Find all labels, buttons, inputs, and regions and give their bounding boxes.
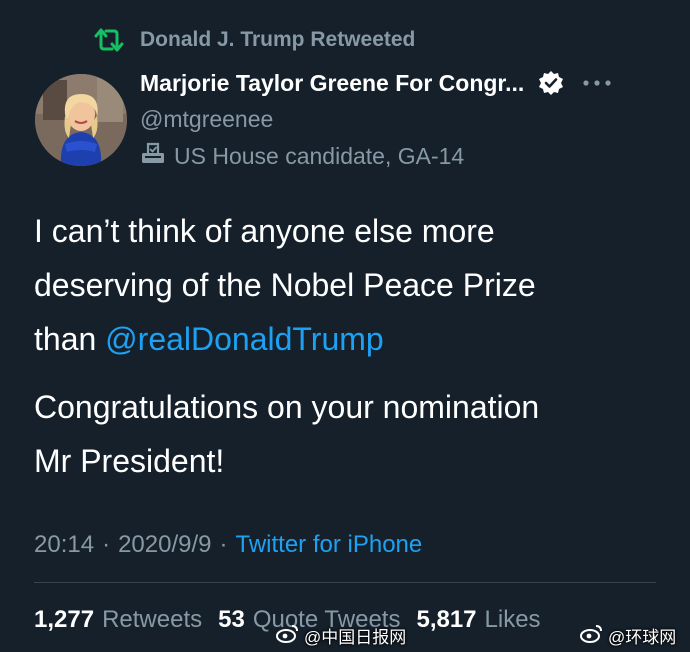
watermark-right: @环球网: [580, 622, 676, 648]
quote-tweets-count: 53: [218, 606, 245, 633]
display-name[interactable]: Marjorie Taylor Greene For Congr...: [140, 70, 524, 97]
more-options-icon[interactable]: [580, 73, 614, 93]
likes-count: 5,817: [416, 606, 477, 633]
tweet-line: I can’t think of anyone else more: [34, 213, 495, 249]
retweets-count: 1,277: [34, 606, 95, 633]
watermark-text: @中国日报网: [304, 627, 407, 647]
watermark-text: @环球网: [608, 627, 677, 647]
verified-badge-icon: [538, 70, 564, 96]
tweet-line: than: [34, 321, 106, 357]
retweets-label: Retweets: [102, 606, 203, 633]
tweet-paragraph-1: I can’t think of anyone else more deserv…: [34, 204, 664, 366]
retweet-icon: [92, 25, 126, 55]
retweet-label[interactable]: Donald J. Trump Retweeted: [140, 28, 415, 52]
weibo-logo-icon: [580, 623, 604, 648]
tweet-source-link[interactable]: Twitter for iPhone: [235, 531, 422, 559]
meta-separator: ·: [219, 531, 228, 558]
divider: [34, 582, 656, 583]
tweet-line: deserving of the Nobel Peace Prize: [34, 267, 536, 303]
watermark-left: @中国日报网: [276, 622, 406, 648]
handle[interactable]: @mtgreenee: [140, 101, 680, 137]
tweet-line: Mr President!: [34, 443, 225, 479]
tweet-time[interactable]: 20:14: [34, 531, 94, 559]
avatar[interactable]: [35, 74, 127, 166]
tweet-paragraph-2: Congratulations on your nomination Mr Pr…: [34, 380, 664, 488]
candidate-label-row: US House candidate, GA-14: [140, 137, 680, 175]
mention-link[interactable]: @realDonaldTrump: [105, 321, 384, 357]
weibo-logo-icon: [276, 623, 300, 648]
tweet-text: I can’t think of anyone else more deserv…: [34, 204, 664, 488]
candidate-label: US House candidate, GA-14: [174, 142, 465, 169]
retweet-header: Donald J. Trump Retweeted: [92, 24, 415, 56]
likes-label: Likes: [484, 606, 541, 633]
author-block: Marjorie Taylor Greene For Congr... @mtg…: [140, 66, 680, 175]
tweet-line: Congratulations on your nomination: [34, 389, 540, 425]
ballot-box-icon: [140, 141, 166, 171]
name-row: Marjorie Taylor Greene For Congr...: [140, 66, 680, 100]
retweets-stat[interactable]: 1,277 Retweets: [34, 606, 202, 634]
tweet-date[interactable]: 2020/9/9: [118, 531, 211, 559]
likes-stat[interactable]: 5,817 Likes: [416, 606, 540, 634]
meta-separator: ·: [102, 531, 111, 558]
tweet-meta: 20:14 · 2020/9/9 · Twitter for iPhone: [34, 526, 422, 564]
